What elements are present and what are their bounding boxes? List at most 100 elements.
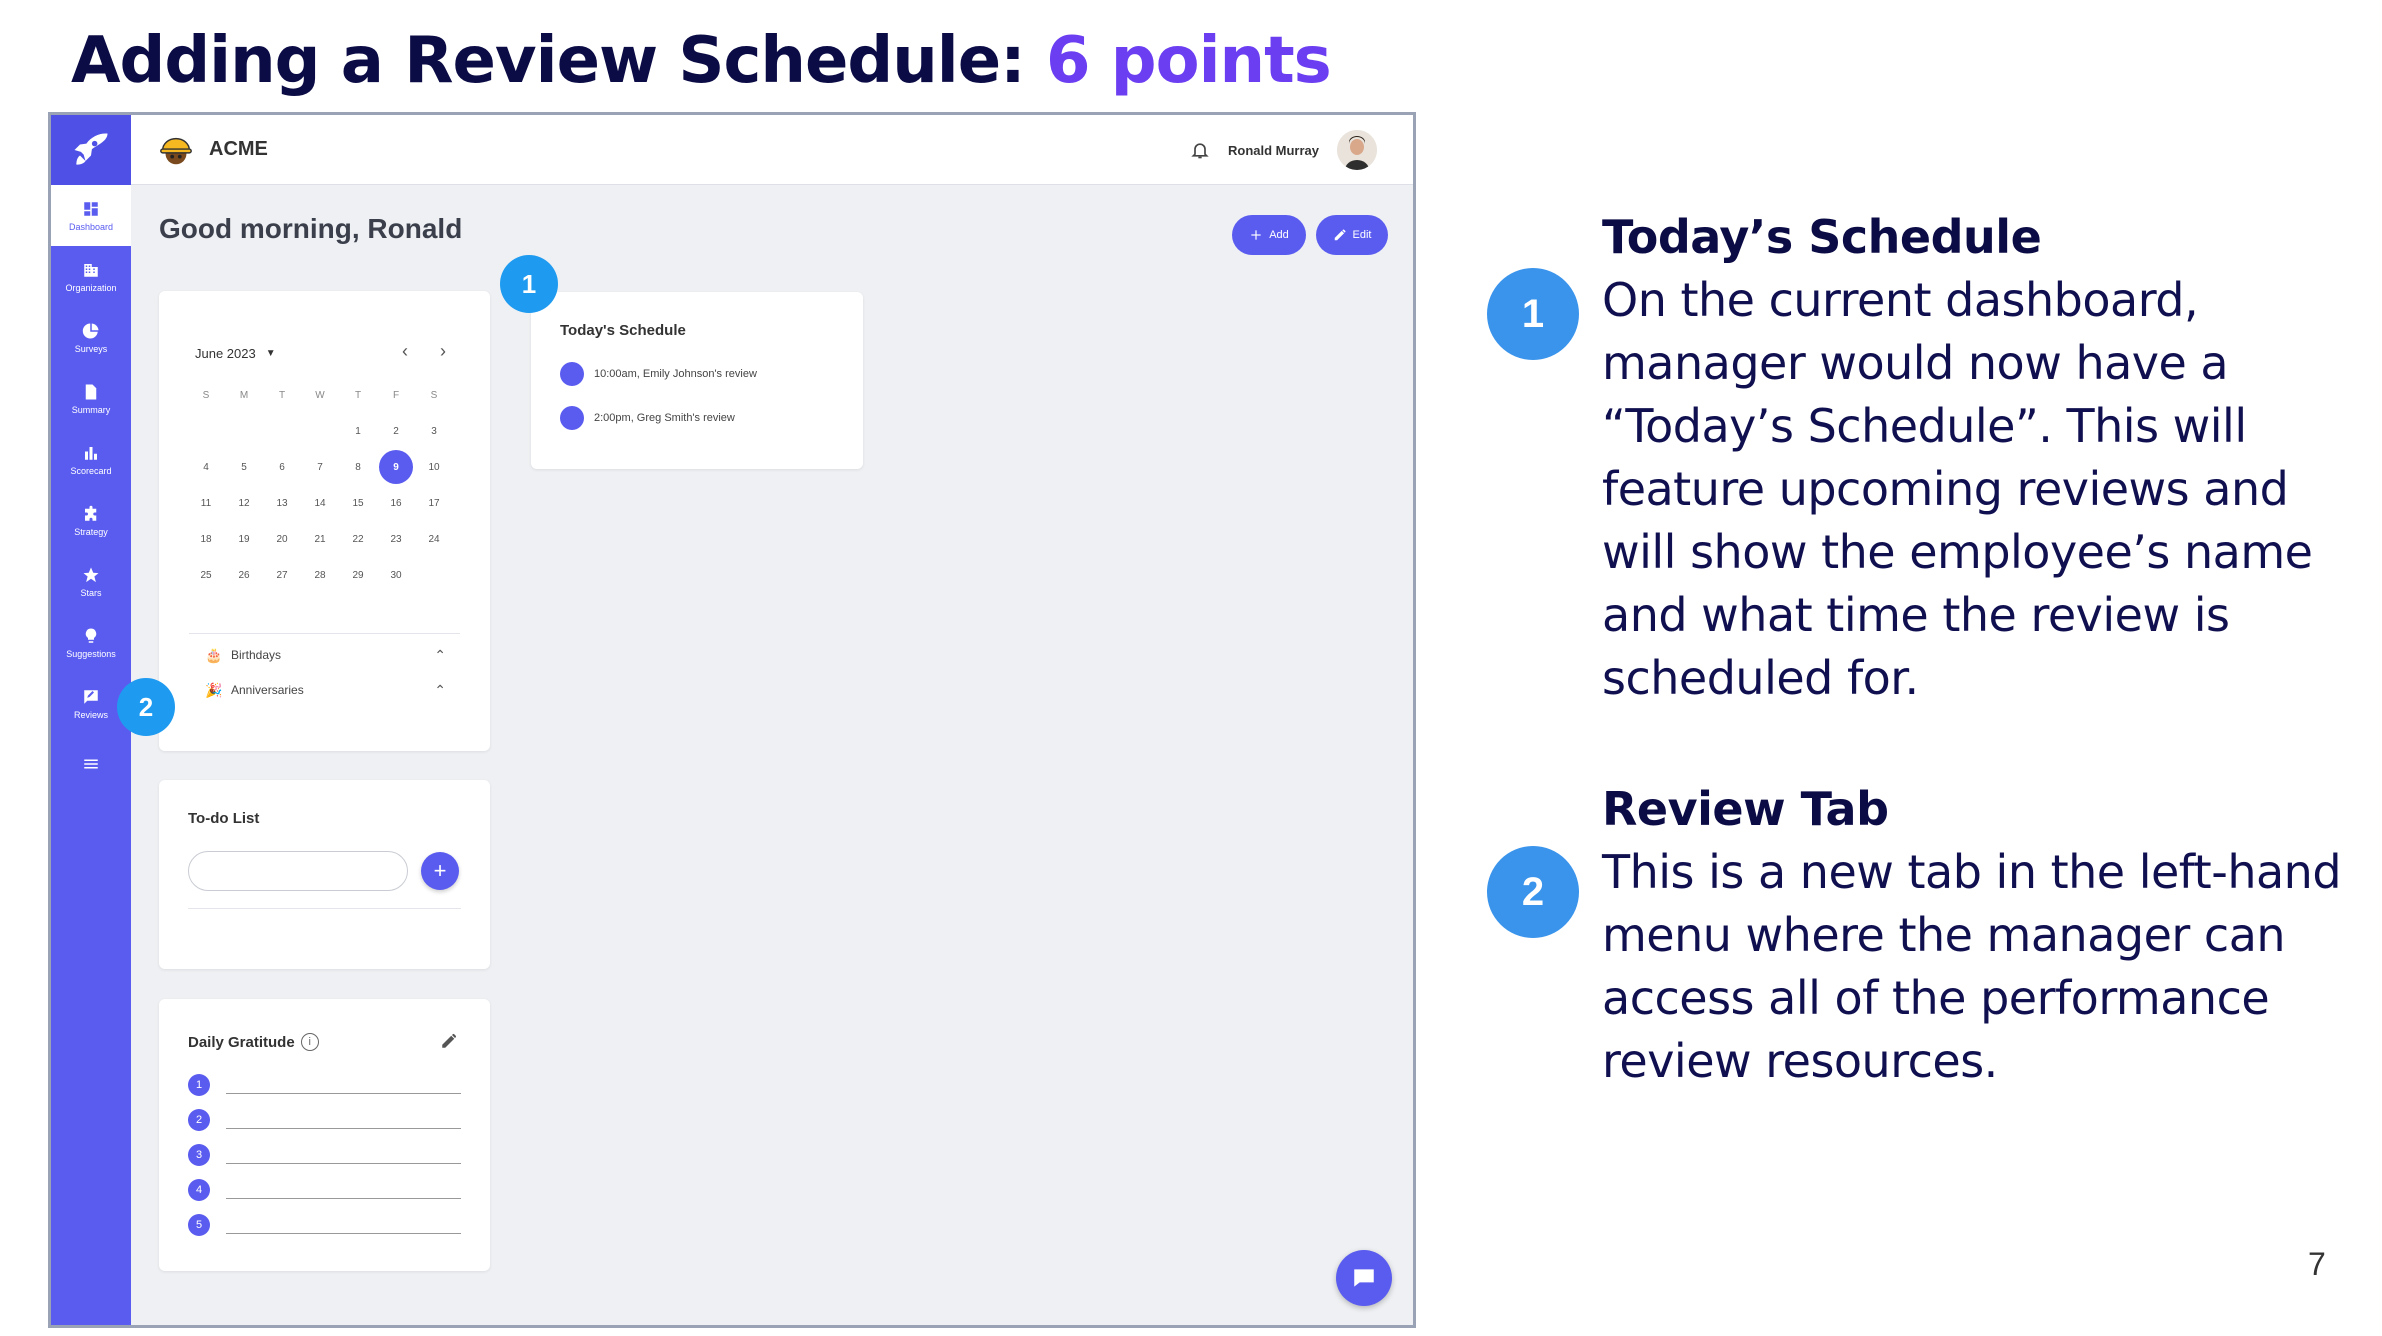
edit-button[interactable]: Edit [1316,215,1388,255]
sidebar-item-strategy[interactable]: Strategy [51,490,131,551]
calendar-grid: S M T W T F S 1 2 3 4 5 6 7 8 9 10 11 12 13 14 15 16 17 18 19 20 21… [187,377,453,593]
avatar[interactable] [1337,130,1377,170]
calendar-day[interactable]: 22 [339,521,377,557]
anniversaries-label: Anniversaries [231,683,304,697]
gratitude-title-row: Daily Gratitude i [188,1033,319,1051]
calendar-day[interactable]: 10 [415,449,453,485]
sidebar-item-organization[interactable]: Organization [51,246,131,307]
calendar-day[interactable]: 25 [187,557,225,593]
sidebar-item-label: Dashboard [68,221,114,232]
schedule-item[interactable]: 10:00am, Emily Johnson's review [560,362,757,386]
sidebar-item-label: Organization [65,282,117,293]
calendar-day[interactable]: 12 [225,485,263,521]
todo-input[interactable] [188,851,408,891]
birthdays-row[interactable]: 🎂 Birthdays ⌃ [205,643,446,667]
avatar-image [1337,130,1377,170]
gratitude-row[interactable]: 1 [188,1073,461,1097]
calendar-day[interactable]: 20 [263,521,301,557]
anniversaries-row[interactable]: 🎉 Anniversaries ⌃ [205,678,446,702]
gratitude-line[interactable] [226,1216,461,1234]
gratitude-row[interactable]: 5 [188,1213,461,1237]
callout-line: review resources. [1602,1034,1998,1088]
calendar-day[interactable]: 1 [339,413,377,449]
calendar-month: June 2023 [195,346,256,361]
weekday-label: W [315,389,325,401]
star-icon [83,567,99,582]
gratitude-title: Daily Gratitude [188,1033,295,1051]
sidebar-item-label: Surveys [74,343,108,354]
sidebar-item-suggestions[interactable]: Suggestions [51,612,131,673]
todo-add-button[interactable]: + [421,852,459,890]
gratitude-row[interactable]: 4 [188,1178,461,1202]
rocket-logo[interactable] [51,115,131,185]
calendar-day[interactable]: 13 [263,485,301,521]
add-button[interactable]: Add [1232,215,1306,255]
user-name[interactable]: Ronald Murray [1228,143,1319,158]
calendar-day[interactable]: 15 [339,485,377,521]
calendar-day[interactable]: 3 [415,413,453,449]
calendar-day[interactable]: 28 [301,557,339,593]
todays-schedule-card: Today's Schedule 10:00am, Emily Johnson'… [531,292,863,469]
calendar-day[interactable]: 14 [301,485,339,521]
hamburger-icon [84,759,98,769]
calendar-day[interactable]: 23 [377,521,415,557]
gratitude-row[interactable]: 2 [188,1108,461,1132]
calendar-prev-button[interactable]: ‹ [395,341,415,361]
chat-button[interactable] [1336,1250,1392,1306]
dashboard-icon [84,201,98,216]
calendar-day[interactable]: 24 [415,521,453,557]
pencil-icon [1334,229,1345,241]
gratitude-line[interactable] [226,1076,461,1094]
app-screenshot: Dashboard Organization Surveys Summary S… [48,112,1416,1328]
calendar-day[interactable]: 19 [225,521,263,557]
calendar-next-button[interactable]: › [433,341,453,361]
gratitude-line[interactable] [226,1181,461,1199]
calendar-day[interactable]: 16 [377,485,415,521]
todo-card: To-do List + [159,780,490,969]
slide-title: Adding a Review Schedule: 6 points [71,24,1332,98]
schedule-item[interactable]: 2:00pm, Greg Smith's review [560,406,735,430]
party-popper-icon: 🎉 [205,681,223,698]
slide-title-accent: 6 points [1045,24,1332,98]
info-icon[interactable]: i [300,1033,319,1051]
weekday-label: F [392,389,400,401]
calendar-day[interactable]: 7 [301,449,339,485]
weekday-label: T [354,389,362,401]
calendar-blank [263,413,301,449]
gratitude-card: Daily Gratitude i 1 2 3 4 5 [159,999,490,1271]
sidebar-item-stars[interactable]: Stars [51,551,131,612]
sidebar-item-surveys[interactable]: Surveys [51,307,131,368]
calendar-day[interactable]: 27 [263,557,301,593]
callout-review-tab: Review Tab This is a new tab in the left… [1602,778,2362,1093]
chevron-up-icon[interactable]: ⌃ [434,647,446,664]
calendar-day[interactable]: 4 [187,449,225,485]
gratitude-row[interactable]: 3 [188,1143,461,1167]
calendar-day[interactable]: 2 [377,413,415,449]
todo-title: To-do List [188,810,260,827]
calendar-day[interactable]: 8 [339,449,377,485]
callout-line: and what time the review is [1602,588,2230,642]
calendar-day[interactable]: 21 [301,521,339,557]
calendar-day[interactable]: 17 [415,485,453,521]
pencil-icon[interactable] [440,1032,458,1050]
calendar-day[interactable]: 11 [187,485,225,521]
calendar-day[interactable]: 30 [377,557,415,593]
calendar-month-select[interactable]: June 2023 ▼ [195,346,276,361]
calendar-day[interactable]: 18 [187,521,225,557]
calendar-day[interactable]: 6 [263,449,301,485]
chevron-right-icon: › [440,340,446,361]
weekday-label: M [239,389,249,401]
sidebar-item-summary[interactable]: Summary [51,368,131,429]
bell-icon[interactable] [1190,140,1210,160]
calendar-day[interactable]: 29 [339,557,377,593]
calendar-day[interactable]: 5 [225,449,263,485]
gratitude-line[interactable] [226,1146,461,1164]
sidebar-menu-button[interactable] [51,734,131,794]
chevron-up-icon[interactable]: ⌃ [434,682,446,699]
calendar-day[interactable]: 26 [225,557,263,593]
gratitude-line[interactable] [226,1111,461,1129]
reviews-icon [84,689,98,704]
calendar-day-selected[interactable]: 9 [379,450,413,484]
sidebar-item-scorecard[interactable]: Scorecard [51,429,131,490]
sidebar-item-dashboard[interactable]: Dashboard [51,185,131,246]
